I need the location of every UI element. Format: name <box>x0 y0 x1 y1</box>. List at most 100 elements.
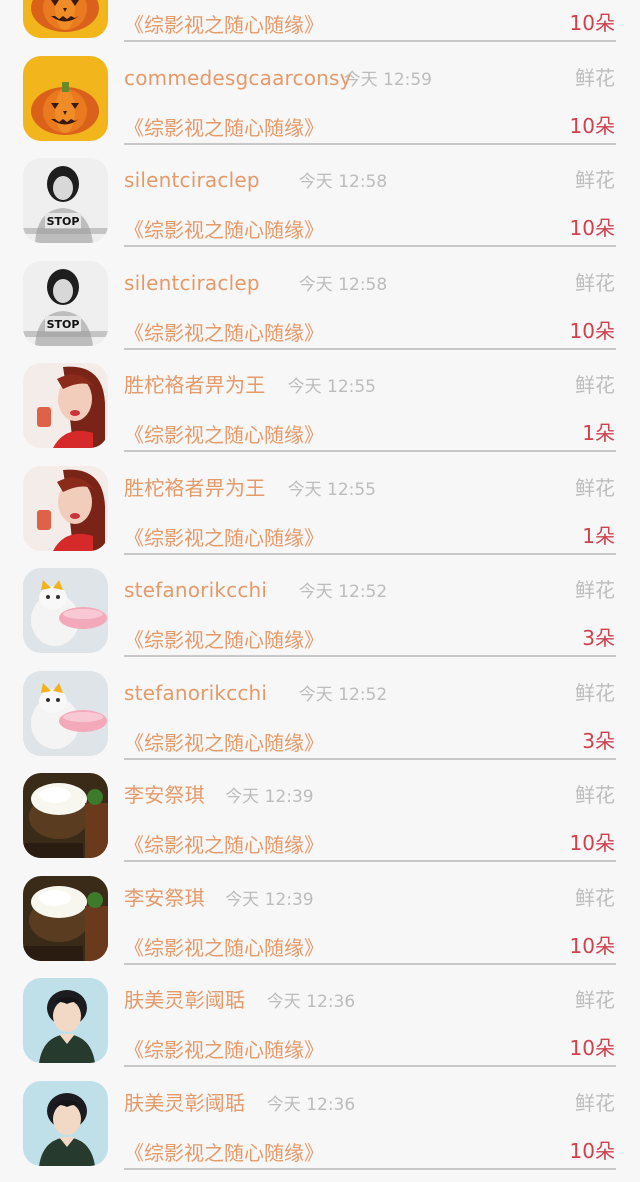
gift-time: 今天 12:39 <box>225 889 314 910</box>
cat-avatar-image <box>23 568 108 653</box>
gift-type: 鲜花 <box>575 168 615 192</box>
gift-count: 10朵 <box>569 318 615 343</box>
pumpkin-avatar-image <box>23 0 108 38</box>
user-avatar[interactable] <box>23 875 108 961</box>
gift-count: 3朵 <box>582 728 615 753</box>
user-avatar[interactable] <box>23 1080 108 1166</box>
work-title[interactable]: 《综影视之随心随缘》 <box>124 423 324 447</box>
gift-count: 1朵 <box>582 523 615 548</box>
user-name[interactable]: stefanorikcchi <box>124 681 267 705</box>
work-title[interactable]: 《综影视之随心随缘》 <box>124 731 324 755</box>
gift-count: 10朵 <box>569 1036 615 1060</box>
gift-type: 鲜花 <box>575 373 615 397</box>
user-name[interactable]: 肤美灵彰阈聒 <box>124 1091 245 1115</box>
user-name[interactable]: 李安祭琪 <box>124 783 205 807</box>
row-divider <box>124 757 616 760</box>
stop-girl-avatar-image: STOP <box>23 158 108 243</box>
gift-time: 今天 12:58 <box>298 274 388 295</box>
cat-avatar-image <box>23 670 108 756</box>
user-name[interactable]: 李安祭琪 <box>124 886 205 910</box>
gift-record-row[interactable]: 李安祭琪 今天 12:39 鲜花 《综影视之随心随缘》 10朵 <box>0 870 640 973</box>
svg-text:STOP: STOP <box>47 318 80 331</box>
gift-record-row[interactable]: STOP silentciraclep 今天 12:58 鲜花 《综影视之随心随… <box>0 152 640 255</box>
red-hair-girl-avatar-image <box>23 363 108 448</box>
user-avatar[interactable] <box>23 978 108 1063</box>
gift-time: 今天 12:59 <box>343 69 432 90</box>
gift-time: 今天 12:52 <box>298 582 388 602</box>
work-title[interactable]: 《综影视之随心随缘》 <box>124 1141 324 1165</box>
rice-bowl-avatar-image <box>23 875 108 961</box>
user-avatar[interactable] <box>23 670 108 756</box>
user-avatar[interactable] <box>23 363 108 448</box>
work-title[interactable]: 《综影视之随心随缘》 <box>124 116 324 140</box>
gift-count: 10朵 <box>569 216 615 240</box>
gift-time: 今天 12:55 <box>287 479 376 500</box>
gift-count: 10朵 <box>569 1138 615 1163</box>
gift-type: 鲜花 <box>575 885 615 910</box>
gift-count: 1朵 <box>582 421 615 445</box>
rice-bowl-avatar-image <box>23 773 108 858</box>
gift-record-row[interactable]: 肤美灵彰阈聒 今天 12:36 鲜花 《综影视之随心随缘》 10朵 <box>0 1075 640 1178</box>
work-title[interactable]: 《综影视之随心随缘》 <box>124 1038 324 1062</box>
row-divider <box>124 40 616 42</box>
work-title[interactable]: 《综影视之随心随缘》 <box>124 628 324 652</box>
work-title[interactable]: 《综影视之随心随缘》 <box>124 936 324 960</box>
pumpkin-avatar-image <box>23 55 108 141</box>
stop-girl-avatar-image: STOP <box>23 260 108 346</box>
gift-time: 今天 12:39 <box>225 787 314 807</box>
gift-record-row[interactable]: 李安祭琪 今天 12:39 鲜花 《综影视之随心随缘》 10朵 <box>0 767 640 870</box>
gift-record-row[interactable]: stefanorikcchi 今天 12:52 鲜花 《综影视之随心随缘》 3朵 <box>0 562 640 665</box>
gift-count: 10朵 <box>569 933 615 958</box>
user-avatar[interactable] <box>23 55 108 141</box>
gift-type: 鲜花 <box>575 578 615 602</box>
work-title[interactable]: 《综影视之随心随缘》 <box>124 218 324 242</box>
gift-record-row[interactable]: commedesgcaarconsy 今天 12:59 鲜花 《综影视之随心随缘… <box>0 0 640 50</box>
red-hair-girl-avatar-image <box>23 465 108 551</box>
gift-time: 今天 12:55 <box>287 377 376 397</box>
gift-type: 鲜花 <box>575 270 615 295</box>
row-divider <box>124 655 616 657</box>
row-divider <box>124 860 616 862</box>
user-avatar[interactable] <box>23 773 108 858</box>
gift-type: 鲜花 <box>575 1090 615 1115</box>
user-name[interactable]: stefanorikcchi <box>124 578 267 602</box>
user-name[interactable]: 胜柁袼者畀为王 <box>124 373 265 397</box>
gift-time: 今天 12:36 <box>266 1094 356 1115</box>
user-avatar[interactable]: STOP <box>23 260 108 346</box>
gift-time: 今天 12:52 <box>298 684 388 705</box>
gift-count: 10朵 <box>569 831 615 855</box>
user-name[interactable]: silentciraclep <box>124 168 260 192</box>
user-name[interactable]: 胜柁袼者畀为王 <box>124 476 265 500</box>
user-avatar[interactable]: STOP <box>23 158 108 243</box>
user-avatar[interactable] <box>23 465 108 551</box>
gift-count: 10朵 <box>569 11 615 35</box>
user-name[interactable]: 肤美灵彰阈聒 <box>124 988 245 1012</box>
row-divider <box>124 347 616 350</box>
gift-record-row[interactable]: stefanorikcchi 今天 12:52 鲜花 《综影视之随心随缘》 3朵 <box>0 665 640 768</box>
boy-portrait-avatar-image <box>23 1080 108 1166</box>
gift-type: 鲜花 <box>575 65 615 90</box>
gift-count: 3朵 <box>582 626 615 650</box>
row-divider <box>124 552 616 555</box>
gift-type: 鲜花 <box>575 988 615 1012</box>
row-divider <box>124 1167 616 1170</box>
row-divider <box>124 1065 616 1067</box>
row-divider <box>124 142 616 145</box>
user-name[interactable]: commedesgcaarconsy <box>124 66 352 90</box>
user-avatar[interactable] <box>23 0 108 38</box>
row-divider <box>124 962 616 965</box>
gift-record-row[interactable]: commedesgcaarconsy 今天 12:59 鲜花 《综影视之随心随缘… <box>0 50 640 153</box>
gift-record-row[interactable]: 肤美灵彰阈聒 今天 12:36 鲜花 《综影视之随心随缘》 10朵 <box>0 972 640 1075</box>
row-divider <box>124 450 616 452</box>
user-avatar[interactable] <box>23 568 108 653</box>
work-title[interactable]: 《综影视之随心随缘》 <box>124 526 324 550</box>
user-name[interactable]: silentciraclep <box>124 271 260 295</box>
work-title[interactable]: 《综影视之随心随缘》 <box>124 833 324 857</box>
work-title[interactable]: 《综影视之随心随缘》 <box>124 13 324 37</box>
gift-record-row[interactable]: STOP silentciraclep 今天 12:58 鲜花 《综影视之随心随… <box>0 255 640 358</box>
gift-time: 今天 12:36 <box>266 992 356 1012</box>
gift-record-row[interactable]: 胜柁袼者畀为王 今天 12:55 鲜花 《综影视之随心随缘》 1朵 <box>0 460 640 563</box>
work-title[interactable]: 《综影视之随心随缘》 <box>124 321 324 345</box>
row-divider <box>124 245 616 247</box>
gift-record-row[interactable]: 胜柁袼者畀为王 今天 12:55 鲜花 《综影视之随心随缘》 1朵 <box>0 357 640 460</box>
